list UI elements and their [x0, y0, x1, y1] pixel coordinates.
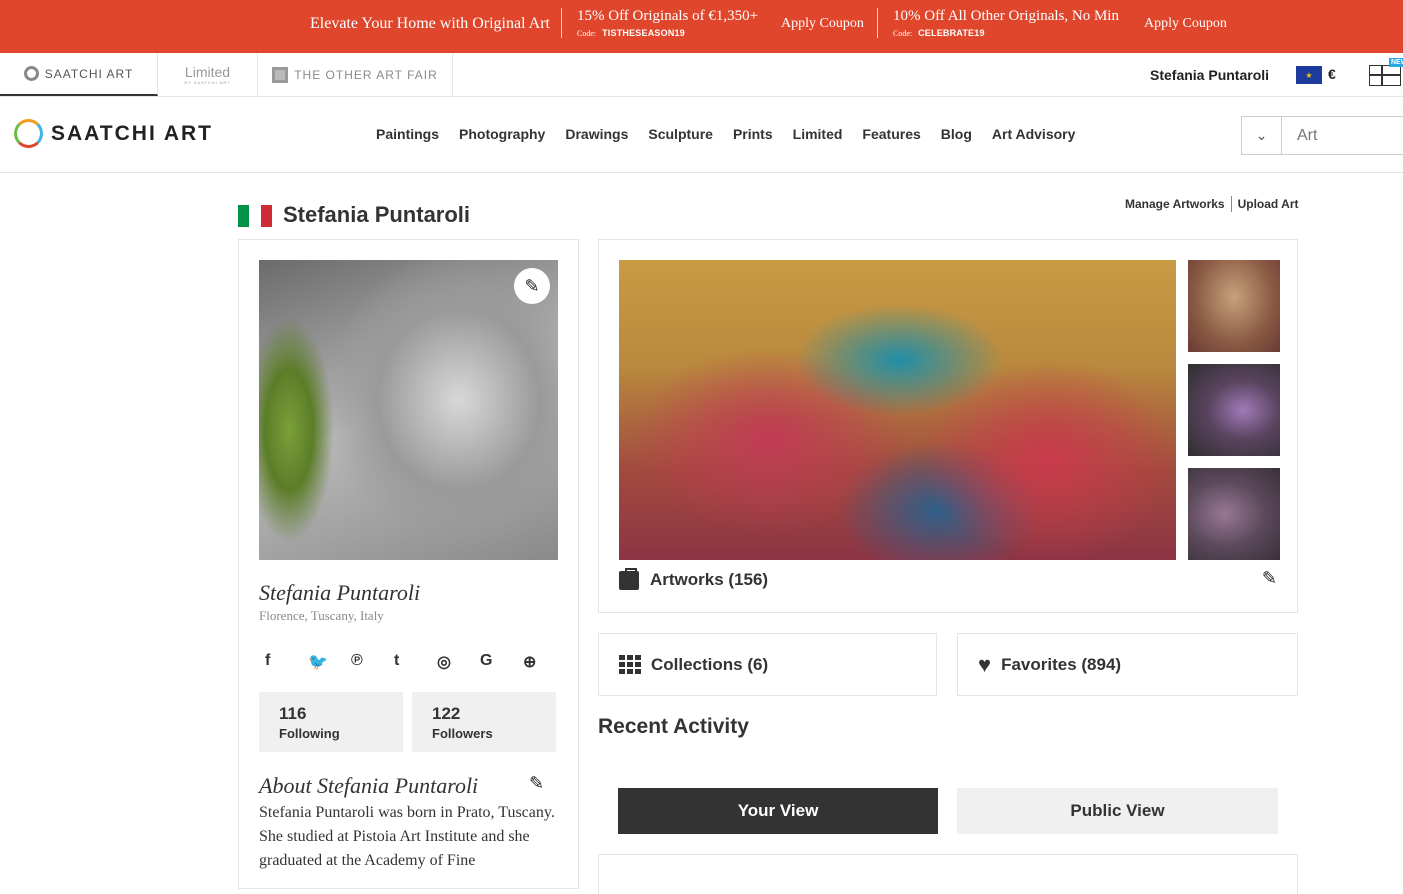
saatchi-art-logo[interactable]: SAATCHI ART — [14, 119, 213, 148]
artwork-thumbnail[interactable] — [1188, 468, 1280, 560]
artworks-panel: Artworks (156) ✎ — [598, 239, 1298, 613]
saatchi-logo-icon — [23, 66, 39, 81]
new-badge: NEW — [1389, 58, 1403, 67]
account-user-name[interactable]: Stefania Puntaroli — [1150, 67, 1269, 83]
main-navigation: SAATCHI ART Paintings Photography Drawin… — [0, 97, 1403, 173]
instagram-icon[interactable]: ◎ — [437, 652, 480, 672]
artwork-thumbnail[interactable] — [1188, 364, 1280, 456]
apply-coupon-button-1[interactable]: Apply Coupon — [781, 16, 864, 32]
featured-artwork-image[interactable] — [619, 260, 1176, 560]
nav-drawings[interactable]: Drawings — [565, 126, 628, 142]
grid-icon — [619, 655, 641, 674]
promo-banner: Elevate Your Home with Original Art 15% … — [0, 0, 1403, 53]
favorites-link[interactable]: ♥ Favorites (894) — [957, 633, 1298, 696]
artworks-link[interactable]: Artworks (156) — [619, 567, 768, 590]
nav-limited[interactable]: Limited — [793, 126, 843, 142]
avatar: ✎ — [259, 260, 558, 560]
about-text: Stefania Puntaroli was born in Prato, Tu… — [259, 804, 555, 869]
twitter-icon[interactable]: 🐦 — [308, 652, 351, 672]
artist-actions: Manage Artworks Upload Art — [1125, 196, 1298, 212]
promo-divider — [561, 8, 562, 38]
collections-link[interactable]: Collections (6) — [598, 633, 937, 696]
profile-card: ✎ Stefania Puntaroli Florence, Tuscany, … — [238, 239, 579, 889]
social-links: f 🐦 ℗ t ◎ G ⊕ — [265, 652, 566, 672]
logo-ring-icon — [14, 119, 43, 148]
your-view-button[interactable]: Your View — [618, 788, 938, 834]
google-plus-icon[interactable]: G — [480, 652, 523, 672]
artist-location: Florence, Tuscany, Italy — [259, 608, 384, 623]
edit-artworks-pencil-icon[interactable]: ✎ — [1262, 568, 1277, 589]
chevron-down-icon[interactable]: ⌄ — [1242, 117, 1282, 154]
other-art-fair-logo-icon — [272, 66, 289, 83]
promo-divider — [877, 8, 878, 38]
recent-activity-heading: Recent Activity — [598, 715, 749, 738]
site-tab-limited[interactable]: Limited BY SAATCHI ART — [158, 53, 258, 96]
promo-offer-2: 10% Off All Other Originals, No Min — [893, 8, 1119, 24]
artist-name: Stefania Puntaroli — [259, 580, 421, 605]
following-stat[interactable]: 116 Following — [259, 692, 403, 752]
search-input[interactable] — [1282, 117, 1402, 154]
search-box: ⌄ — [1241, 116, 1403, 155]
activity-feed — [598, 854, 1298, 894]
tumblr-icon[interactable]: t — [394, 652, 437, 672]
promo-headline: Elevate Your Home with Original Art — [310, 15, 550, 32]
italy-flag-icon — [238, 205, 272, 227]
nav-art-advisory[interactable]: Art Advisory — [992, 126, 1076, 142]
edit-about-pencil-icon[interactable]: ✎ — [529, 773, 544, 794]
nav-sculpture[interactable]: Sculpture — [648, 126, 713, 142]
nav-features[interactable]: Features — [862, 126, 920, 142]
site-tab-saatchi-art[interactable]: SAATCHI ART — [0, 53, 158, 96]
promo-code-2: Code: CELEBRATE19 — [893, 28, 985, 38]
artworks-bag-icon — [619, 567, 639, 590]
followers-stat[interactable]: 122 Followers — [412, 692, 556, 752]
category-links: Paintings Photography Drawings Sculpture… — [366, 126, 1085, 142]
eu-flag-icon[interactable]: ★ — [1296, 66, 1322, 84]
pinterest-icon[interactable]: ℗ — [351, 652, 394, 672]
artwork-thumbnail[interactable] — [1188, 260, 1280, 352]
page-title: Stefania Puntaroli — [283, 202, 471, 227]
nav-photography[interactable]: Photography — [459, 126, 545, 142]
site-tab-other-art-fair[interactable]: THE OTHER ART FAIR — [258, 53, 453, 96]
edit-avatar-pencil-icon[interactable]: ✎ — [514, 268, 550, 304]
gift-card-icon[interactable] — [1369, 65, 1401, 86]
nav-paintings[interactable]: Paintings — [376, 126, 439, 142]
site-switcher-bar: SAATCHI ART Limited BY SAATCHI ART THE OT… — [0, 53, 1403, 97]
nav-blog[interactable]: Blog — [941, 126, 972, 142]
website-globe-icon[interactable]: ⊕ — [523, 652, 566, 672]
facebook-icon[interactable]: f — [265, 652, 308, 672]
promo-code-1: Code: TISTHESEASON19 — [577, 28, 685, 38]
about-heading: About Stefania Puntaroli — [259, 773, 479, 798]
promo-offer-1: 15% Off Originals of €1,350+ — [577, 8, 759, 24]
heart-icon: ♥ — [978, 651, 992, 677]
nav-prints[interactable]: Prints — [733, 126, 773, 142]
manage-artworks-link[interactable]: Manage Artworks — [1125, 197, 1225, 211]
upload-art-link[interactable]: Upload Art — [1238, 197, 1299, 211]
currency-selector[interactable]: € — [1328, 66, 1336, 82]
public-view-button[interactable]: Public View — [957, 788, 1278, 834]
apply-coupon-button-2[interactable]: Apply Coupon — [1144, 16, 1227, 32]
